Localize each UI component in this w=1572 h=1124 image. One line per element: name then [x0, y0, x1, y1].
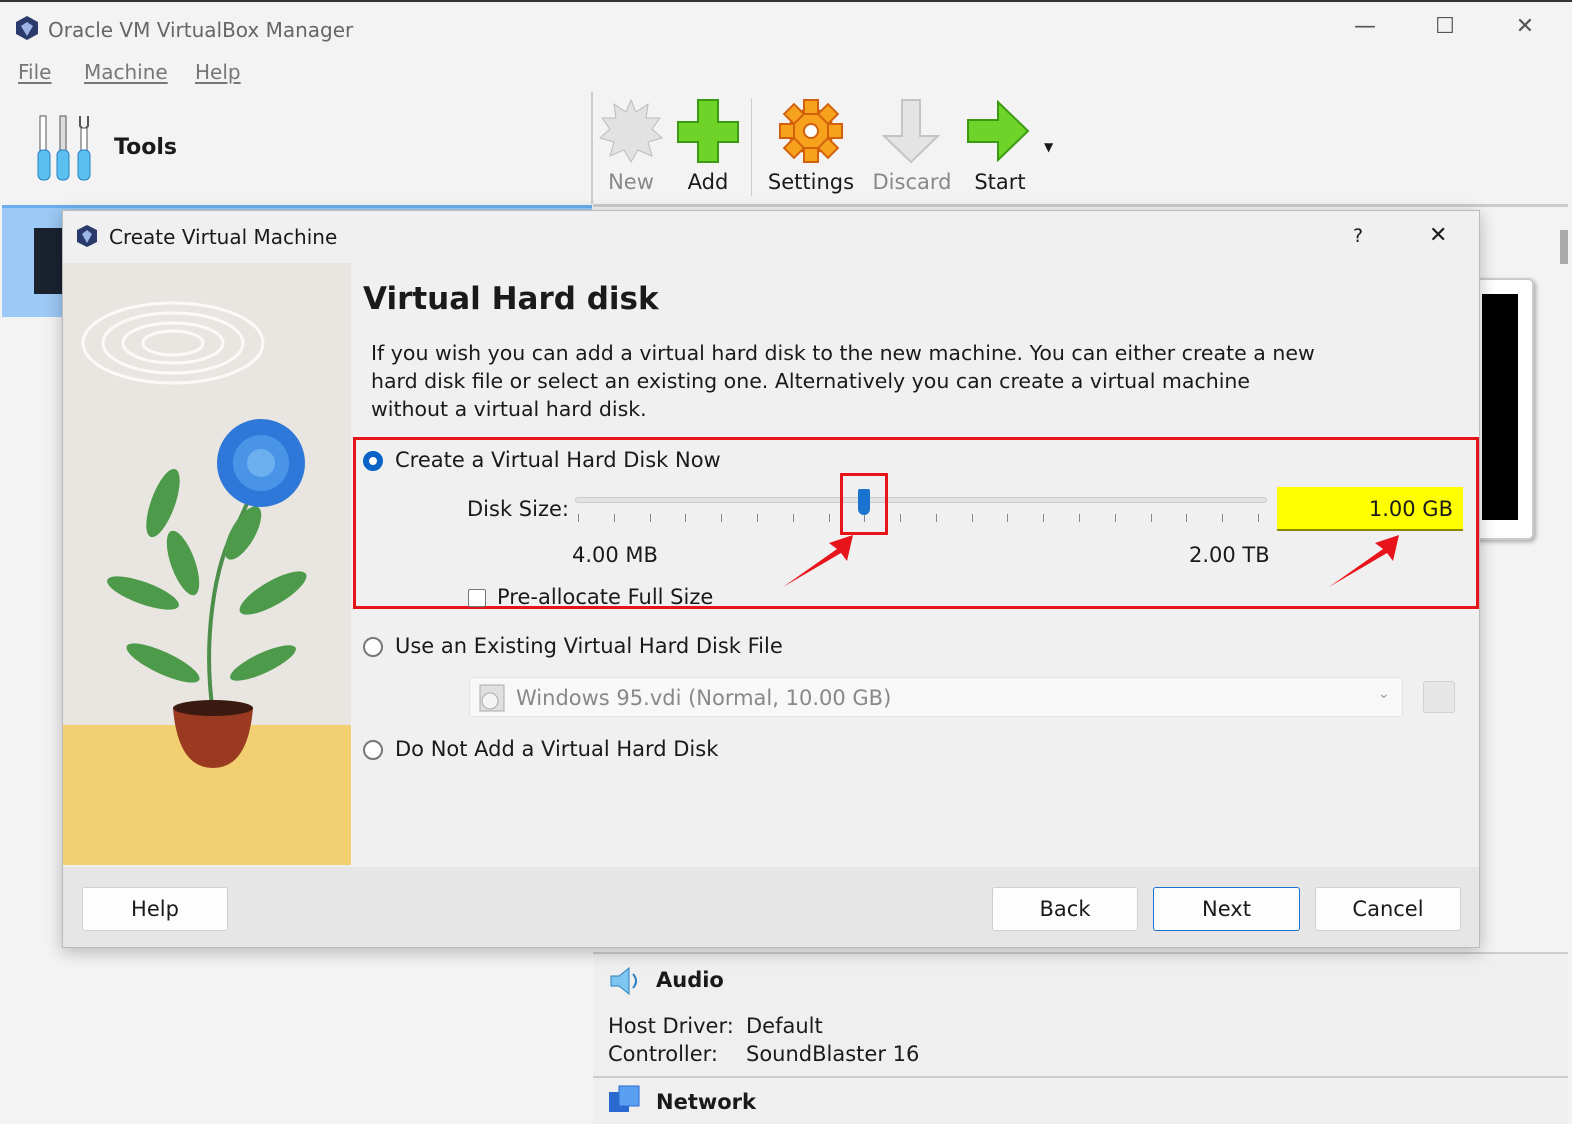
minimize-button[interactable]: — [1345, 14, 1385, 39]
existing-disk-value: Windows 95.vdi (Normal, 10.00 GB) [516, 686, 892, 710]
slider-tick [792, 514, 794, 522]
chevron-down-icon: ⌄ [1378, 686, 1390, 702]
close-button[interactable]: ✕ [1505, 14, 1545, 39]
red-arrow-icon [783, 535, 853, 587]
vm-os-icon [34, 228, 64, 294]
preallocate-checkbox[interactable] [468, 589, 486, 607]
start-arrow-icon [967, 99, 1030, 163]
preallocate-label[interactable]: Pre-allocate Full Size [497, 585, 713, 609]
wizard-illustration [63, 263, 351, 865]
controller-label: Controller: [608, 1042, 719, 1066]
add-label: Add [687, 170, 729, 194]
slider-tick [756, 514, 758, 522]
disk-size-slider[interactable] [575, 497, 1267, 503]
disk-size-input[interactable]: 1.00 GB [1277, 487, 1463, 531]
slider-tick [1186, 514, 1188, 522]
slider-tick [649, 514, 651, 522]
menu-machine[interactable]: Machine [84, 60, 168, 84]
start-label: Start [974, 170, 1026, 194]
tools-label: Tools [114, 135, 177, 160]
cancel-button[interactable]: Cancel [1315, 887, 1461, 931]
existing-disk-select[interactable]: Windows 95.vdi (Normal, 10.00 GB) ⌄ [469, 677, 1403, 717]
dialog-help-button[interactable]: ? [1353, 225, 1363, 247]
maximize-button[interactable]: ☐ [1425, 14, 1465, 39]
slider-ticks [578, 514, 1259, 522]
choose-disk-file-button[interactable] [1423, 681, 1455, 713]
slider-max-label: 2.00 TB [1189, 543, 1270, 567]
toolbar-bottom-border [593, 204, 1568, 207]
virtualbox-logo-icon [77, 225, 97, 247]
back-button[interactable]: Back [992, 887, 1138, 931]
red-arrow-icon [1329, 535, 1399, 587]
network-icon [609, 1085, 640, 1112]
disk-size-label: Disk Size: [467, 497, 569, 521]
thumb-highlight [839, 473, 888, 535]
details-pane: Audio Host Driver: Default Controller: S… [593, 952, 1568, 1124]
slider-tick [1150, 514, 1152, 522]
slider-min-label: 4.00 MB [572, 543, 658, 567]
slider-tick [578, 514, 579, 522]
existing-disk-label[interactable]: Use an Existing Virtual Hard Disk File [395, 634, 783, 658]
host-driver-label: Host Driver: [608, 1014, 734, 1038]
discard-label: Discard [872, 170, 952, 194]
scrollbar-thumb[interactable] [1560, 230, 1568, 264]
dialog-close-button[interactable]: ✕ [1429, 223, 1447, 248]
slider-tick [613, 514, 615, 522]
title-bar: Oracle VM VirtualBox Manager — ☐ ✕ [0, 0, 1572, 52]
slider-tick [1222, 514, 1224, 522]
hard-disk-icon [479, 684, 505, 712]
slider-tick [721, 514, 723, 522]
page-description: If you wish you can add a virtual hard d… [371, 341, 1315, 421]
slider-tick [935, 514, 937, 522]
slider-tick [1114, 514, 1116, 522]
slider-tick [1258, 514, 1259, 522]
host-driver-value: Default [746, 1014, 823, 1038]
slider-tick [1007, 514, 1009, 522]
slider-tick [685, 514, 687, 522]
help-button[interactable]: Help [82, 887, 228, 931]
page-heading: Virtual Hard disk [363, 281, 659, 317]
slider-tick [900, 514, 902, 522]
dialog-footer: Help Back Next Cancel [63, 867, 1479, 947]
slider-tick [1079, 514, 1081, 522]
audio-title: Audio [656, 968, 724, 992]
window-title: Oracle VM VirtualBox Manager [48, 18, 354, 42]
discard-arrow-icon [881, 99, 941, 164]
next-button[interactable]: Next [1153, 887, 1300, 931]
audio-icon [610, 966, 637, 996]
create-disk-radio[interactable] [363, 451, 383, 471]
network-title: Network [656, 1090, 757, 1114]
menu-help[interactable]: Help [195, 60, 241, 84]
tools-icon [36, 114, 98, 186]
virtualbox-logo-icon [16, 16, 38, 40]
new-starburst-icon [598, 98, 664, 163]
existing-disk-radio[interactable] [363, 637, 383, 657]
slider-tick [1043, 514, 1045, 522]
start-button[interactable] [966, 99, 1030, 166]
discard-button [880, 98, 942, 168]
no-disk-label[interactable]: Do Not Add a Virtual Hard Disk [395, 737, 718, 761]
add-plus-icon [677, 99, 739, 163]
slider-tick [828, 514, 830, 522]
section-divider [593, 1076, 1568, 1078]
dialog-title: Create Virtual Machine [109, 225, 338, 249]
settings-button[interactable] [778, 98, 844, 168]
new-button[interactable] [598, 98, 664, 168]
create-vm-dialog: Create Virtual Machine ? ✕ Virtual Hard … [62, 210, 1480, 948]
settings-gear-icon [779, 99, 843, 163]
add-button[interactable] [676, 98, 740, 168]
settings-label: Settings [767, 170, 855, 194]
create-disk-label[interactable]: Create a Virtual Hard Disk Now [395, 448, 721, 472]
no-disk-radio[interactable] [363, 740, 383, 760]
start-dropdown-icon[interactable]: ▼ [1044, 140, 1053, 154]
slider-tick [971, 514, 973, 522]
controller-value: SoundBlaster 16 [746, 1042, 920, 1066]
menu-file[interactable]: File [18, 60, 51, 84]
